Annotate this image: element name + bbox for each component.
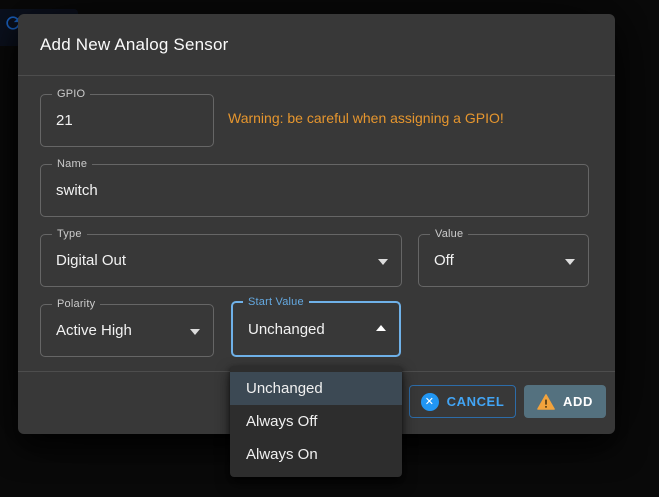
gpio-input[interactable] xyxy=(41,95,213,146)
start-value-dropdown-menu: Unchanged Always Off Always On xyxy=(230,366,402,477)
caret-down-icon xyxy=(378,259,388,265)
type-select[interactable]: Type Digital Out xyxy=(40,234,402,287)
polarity-select-label: Polarity xyxy=(52,297,100,311)
value-select-value: Off xyxy=(419,235,588,286)
gpio-field: GPIO xyxy=(40,94,214,147)
dropdown-option-always-off[interactable]: Always Off xyxy=(230,405,402,438)
start-value-select-value: Unchanged xyxy=(233,303,399,355)
start-value-select-label: Start Value xyxy=(243,295,309,309)
add-button-label: ADD xyxy=(563,394,593,409)
add-button[interactable]: ADD xyxy=(524,385,606,418)
caret-down-icon xyxy=(565,259,575,265)
page-background: Add New Analog Sensor GPIO Warning: be c… xyxy=(0,0,659,497)
cancel-button[interactable]: ✕ CANCEL xyxy=(409,385,516,418)
value-select-label: Value xyxy=(430,227,468,241)
cancel-circle-x-icon: ✕ xyxy=(421,393,439,411)
name-field: Name xyxy=(40,164,589,217)
name-input[interactable] xyxy=(41,165,588,216)
dropdown-option-unchanged[interactable]: Unchanged xyxy=(230,372,402,405)
type-select-label: Type xyxy=(52,227,87,241)
value-select[interactable]: Value Off xyxy=(418,234,589,287)
dropdown-option-always-on[interactable]: Always On xyxy=(230,438,402,471)
gpio-field-label: GPIO xyxy=(52,87,90,101)
dialog-header: Add New Analog Sensor xyxy=(18,14,615,76)
type-select-value: Digital Out xyxy=(41,235,401,286)
warning-triangle-icon xyxy=(537,394,555,410)
start-value-select[interactable]: Start Value Unchanged xyxy=(231,301,401,357)
cancel-button-label: CANCEL xyxy=(447,394,505,409)
name-field-label: Name xyxy=(52,157,92,171)
caret-down-icon xyxy=(190,329,200,335)
dialog-title: Add New Analog Sensor xyxy=(40,35,229,55)
polarity-select[interactable]: Polarity Active High xyxy=(40,304,214,357)
polarity-select-value: Active High xyxy=(41,305,213,356)
caret-up-icon xyxy=(376,325,386,331)
gpio-warning-text: Warning: be careful when assigning a GPI… xyxy=(228,110,504,126)
